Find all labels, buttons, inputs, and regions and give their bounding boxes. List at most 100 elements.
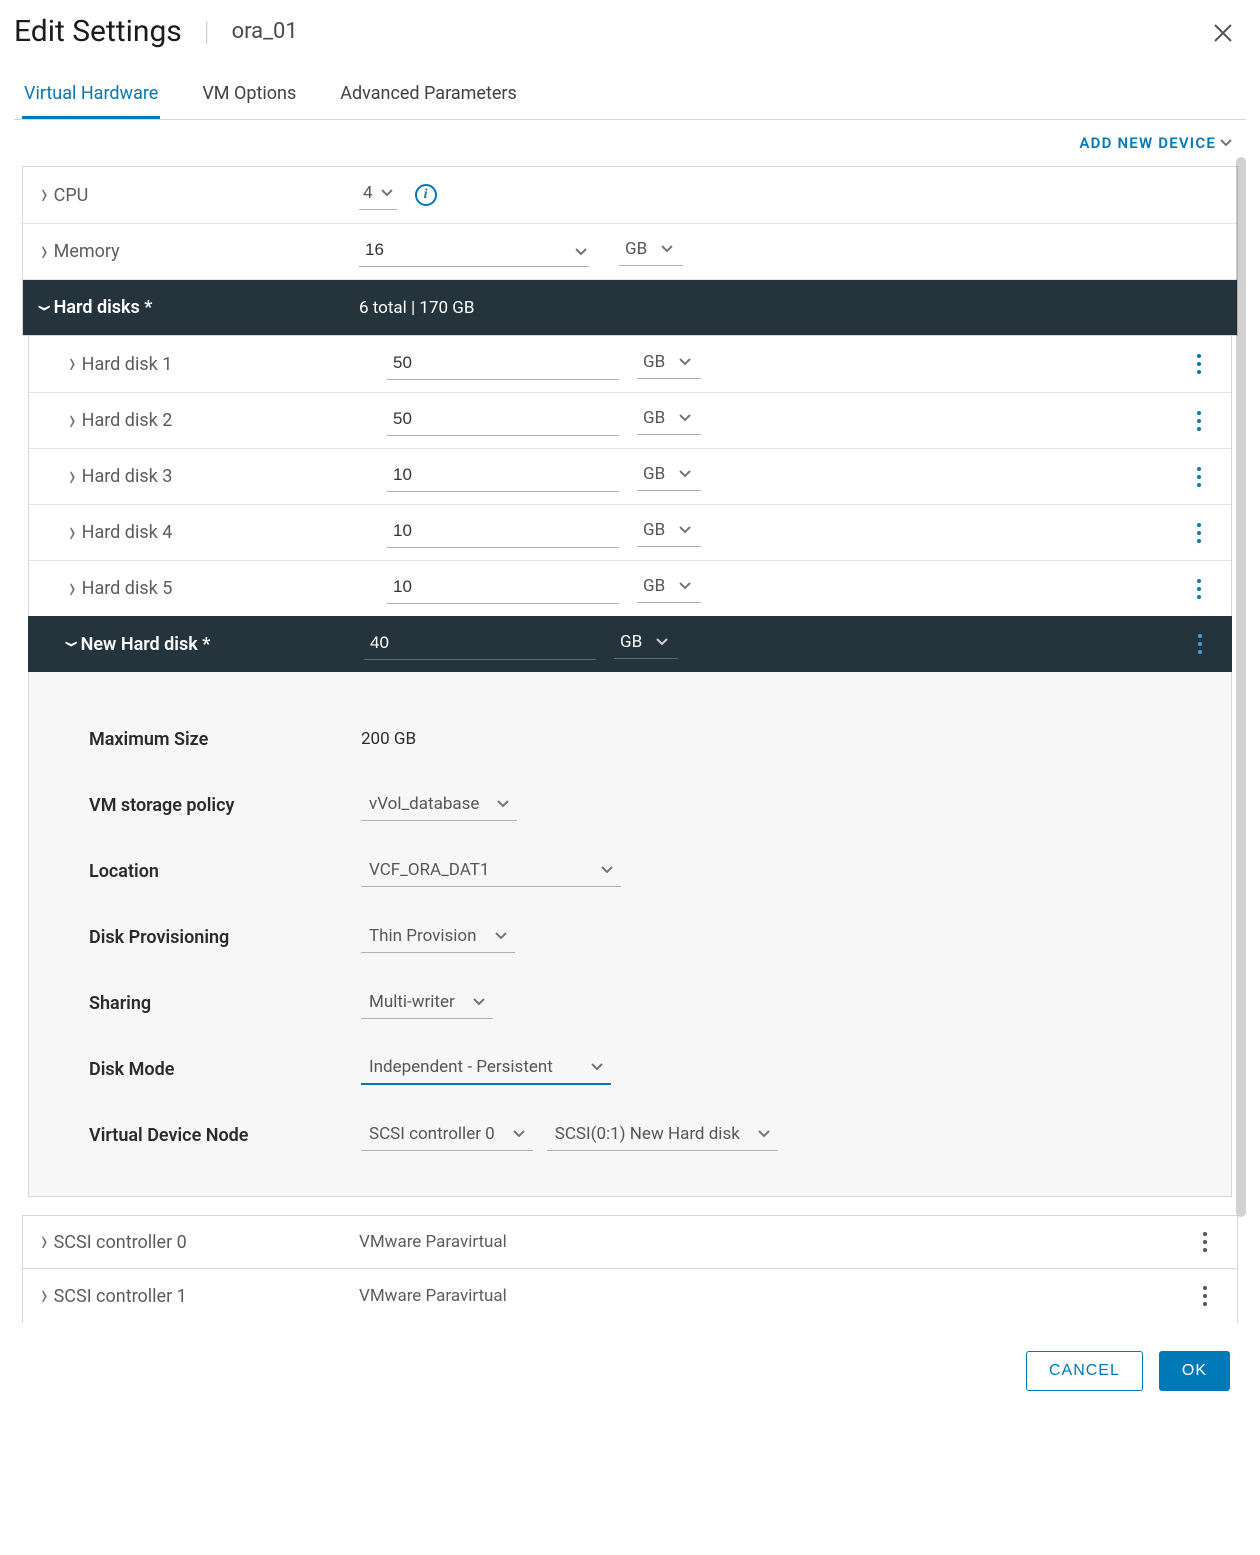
scsi0-label: SCSI controller 0 [54,1232,187,1253]
scsi0-actions-menu[interactable] [1197,1226,1213,1258]
scsi-controller-1-row[interactable]: SCSI controller 1 VMware Paravirtual [22,1269,1238,1323]
close-icon [1212,22,1234,44]
disk-size-input[interactable] [387,573,619,604]
chevron-right-icon [69,522,76,544]
scsi1-actions-menu[interactable] [1197,1280,1213,1312]
disk-unit-select[interactable]: GB [637,406,701,435]
disk-size-input[interactable] [387,517,619,548]
hard-disk-5-row[interactable]: Hard disk 5 GB [29,560,1231,616]
chevron-right-icon [41,241,48,263]
chevron-right-icon [69,353,76,375]
disk-label: Hard disk 2 [82,410,173,431]
chevron-right-icon [69,466,76,488]
new-disk-actions-menu[interactable] [1192,628,1208,660]
disk-label: Hard disk 5 [82,578,173,599]
info-icon[interactable]: i [415,184,437,206]
max-size-label: Maximum Size [89,729,361,750]
disk-unit-select[interactable]: GB [637,518,701,547]
close-button[interactable] [1212,22,1234,49]
chevron-down-icon [381,188,393,198]
disk-mode-select[interactable]: Independent - Persistent [361,1053,611,1085]
sharing-label: Sharing [89,993,361,1014]
chevron-down-icon [601,865,613,875]
disk-unit-select[interactable]: GB [637,462,701,491]
disk-unit: GB [643,408,665,428]
vdn-slot-select[interactable]: SCSI(0:1) New Hard disk [547,1120,778,1151]
hard-disks-label: Hard disks * [54,297,153,318]
hard-disk-3-row[interactable]: Hard disk 3 GB [29,448,1231,504]
new-hard-disk-header[interactable]: New Hard disk * GB [28,616,1232,672]
chevron-down-icon [41,297,48,319]
disk-label: Hard disk 1 [82,354,173,375]
sharing-select[interactable]: Multi-writer [361,988,493,1019]
chevron-down-icon[interactable] [575,242,587,262]
scsi0-type: VMware Paravirtual [359,1232,507,1252]
chevron-right-icon [41,184,48,206]
vdn-controller-select[interactable]: SCSI controller 0 [361,1120,533,1151]
disk-unit-select[interactable]: GB [637,574,701,603]
chevron-down-icon [591,1062,603,1072]
add-device-label: ADD NEW DEVICE [1079,134,1216,152]
chevron-down-icon [656,637,668,647]
disk-size-input[interactable] [387,349,619,380]
hard-disk-4-row[interactable]: Hard disk 4 GB [29,504,1231,560]
scrollbar[interactable] [1236,157,1246,1217]
storage-policy-select[interactable]: vVol_database [361,790,517,821]
new-disk-details-panel: Maximum Size 200 GB VM storage policy vV… [28,672,1232,1197]
chevron-down-icon [679,525,691,535]
memory-label: Memory [54,241,120,262]
disk-unit: GB [643,576,665,596]
cpu-label: CPU [54,185,89,206]
new-disk-unit-select[interactable]: GB [614,630,678,659]
memory-unit: GB [625,239,647,259]
chevron-down-icon [679,357,691,367]
chevron-down-icon [758,1129,770,1139]
disk-size-input[interactable] [387,461,619,492]
max-size-value: 200 GB [361,729,661,749]
chevron-down-icon [1220,138,1232,148]
vdn-label: Virtual Device Node [89,1125,361,1146]
scsi1-label: SCSI controller 1 [54,1286,187,1307]
provisioning-select[interactable]: Thin Provision [361,922,515,953]
chevron-down-icon [473,997,485,1007]
chevron-right-icon [69,578,76,600]
tab-virtual-hardware[interactable]: Virtual Hardware [22,73,160,119]
cancel-button[interactable]: CANCEL [1026,1351,1143,1391]
new-hard-disk-label: New Hard disk * [81,634,211,655]
disk-unit-select[interactable]: GB [637,350,701,379]
hard-disks-header[interactable]: Hard disks * 6 total | 170 GB [23,279,1237,335]
hard-disks-summary: 6 total | 170 GB [359,298,474,318]
chevron-down-icon [679,581,691,591]
chevron-down-icon [495,931,507,941]
disk-size-input[interactable] [387,405,619,436]
disk-label: Hard disk 4 [82,522,173,543]
scsi1-type: VMware Paravirtual [359,1286,507,1306]
location-select[interactable]: VCF_ORA_DAT1 [361,856,621,887]
disk-unit: GB [643,520,665,540]
disk-actions-menu[interactable] [1191,517,1207,549]
hard-disk-2-row[interactable]: Hard disk 2 GB [29,392,1231,448]
chevron-down-icon [679,413,691,423]
cpu-value: 4 [363,183,373,203]
disk-actions-menu[interactable] [1191,573,1207,605]
add-new-device-button[interactable]: ADD NEW DEVICE [1079,134,1232,152]
memory-input[interactable] [359,236,589,267]
disk-actions-menu[interactable] [1191,348,1207,380]
ok-button[interactable]: OK [1159,1351,1230,1391]
scsi-controller-0-row[interactable]: SCSI controller 0 VMware Paravirtual [22,1215,1238,1269]
tab-advanced-parameters[interactable]: Advanced Parameters [338,73,519,119]
new-disk-size-input[interactable] [364,629,596,660]
disk-actions-menu[interactable] [1191,461,1207,493]
memory-unit-select[interactable]: GB [619,237,683,266]
provisioning-label: Disk Provisioning [89,927,361,948]
cpu-row[interactable]: CPU 4 i [23,167,1237,223]
memory-row[interactable]: Memory GB [23,223,1237,279]
chevron-down-icon [68,633,75,655]
chevron-down-icon [661,244,673,254]
hard-disk-1-row[interactable]: Hard disk 1 GB [29,336,1231,392]
new-disk-unit: GB [620,632,642,652]
tab-vm-options[interactable]: VM Options [200,73,298,119]
location-label: Location [89,861,361,882]
disk-actions-menu[interactable] [1191,405,1207,437]
cpu-count-select[interactable]: 4 [359,181,397,210]
